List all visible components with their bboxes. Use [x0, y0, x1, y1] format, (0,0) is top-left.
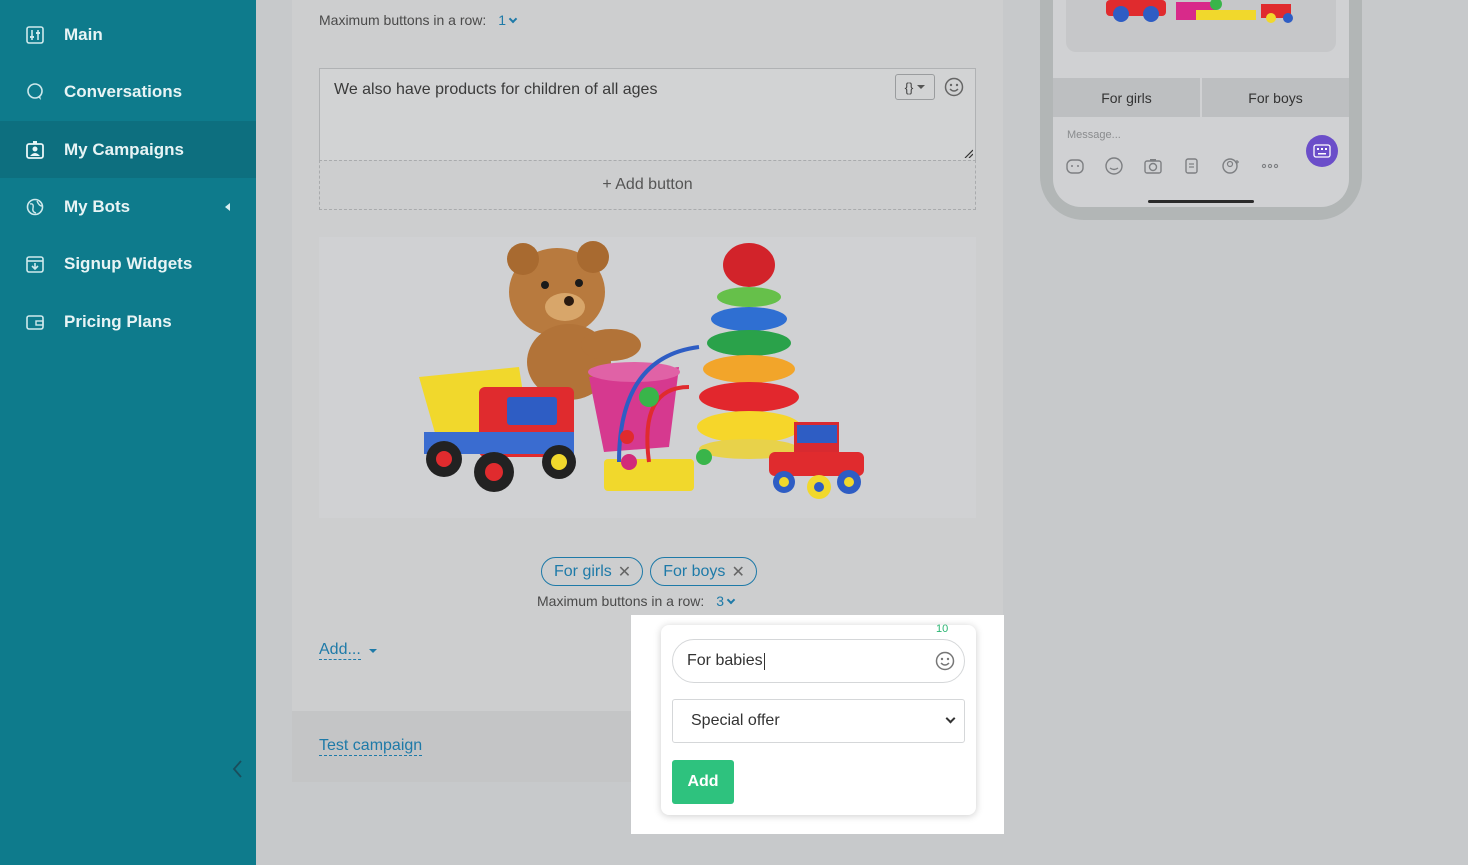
sidebar-item-main[interactable]: Main — [0, 6, 256, 63]
keyboard-button[interactable] — [1306, 135, 1338, 167]
button-text-input[interactable]: For babies — [672, 639, 965, 683]
chip-label: For boys — [663, 562, 726, 580]
sidebar-item-label: Main — [64, 24, 103, 44]
phone-preview-screen: For girls For boys Message... — [1053, 0, 1349, 207]
collapse-sidebar-button[interactable] — [228, 758, 248, 780]
max-buttons-dropdown-2[interactable]: 3 — [716, 593, 736, 609]
sidebar-item-my-bots[interactable]: My Bots — [0, 178, 256, 235]
add-button-confirm[interactable]: Add — [672, 760, 734, 804]
camera-icon[interactable] — [1143, 156, 1163, 176]
message-text: We also have products for children of al… — [334, 81, 658, 98]
chevron-down-icon — [508, 14, 518, 23]
resize-handle-icon[interactable] — [963, 148, 973, 158]
add-content-dropdown[interactable]: Add... — [319, 641, 377, 660]
sliders-icon — [25, 25, 45, 45]
toys-image — [319, 237, 976, 518]
chevron-down-icon — [726, 595, 736, 604]
preview-image — [1066, 0, 1336, 52]
max-buttons-value: 3 — [716, 593, 725, 609]
emoji-icon[interactable] — [944, 77, 964, 102]
message-input-placeholder[interactable]: Message... — [1067, 129, 1121, 141]
max-buttons-label: Maximum buttons in a row: — [537, 593, 705, 609]
variables-button[interactable]: {} — [895, 74, 935, 100]
max-buttons-row: Maximum buttons in a row: 1 — [319, 12, 518, 28]
braces-icon: {} — [904, 79, 914, 95]
test-campaign-link[interactable]: Test campaign — [319, 737, 423, 756]
chat-bubble-icon — [25, 82, 45, 102]
sidebar-item-label: My Bots — [64, 196, 131, 216]
keyboard-icon — [1313, 144, 1331, 158]
contact-icon[interactable] — [1221, 156, 1241, 176]
caret-down-icon — [368, 648, 377, 653]
sidebar-item-label: Pricing Plans — [64, 311, 172, 331]
sidebar-item-label: Signup Widgets — [64, 253, 193, 273]
sidebar-item-conversations[interactable]: Conversations — [0, 63, 256, 120]
chip-for-girls[interactable]: For girls ✕ — [541, 557, 644, 586]
sidebar-item-my-campaigns[interactable]: My Campaigns — [0, 121, 256, 178]
sidebar-item-signup-widgets[interactable]: Signup Widgets — [0, 235, 256, 292]
sidebar-item-pricing-plans[interactable]: Pricing Plans — [0, 293, 256, 350]
text-cursor — [763, 652, 765, 670]
preview-button-for-girls[interactable]: For girls — [1053, 78, 1200, 117]
close-icon[interactable]: ✕ — [731, 562, 744, 582]
max-buttons-label: Maximum buttons in a row: — [319, 12, 487, 28]
sidebar-item-label: Conversations — [64, 81, 183, 101]
sticker-icon[interactable] — [1065, 156, 1085, 176]
button-action-select[interactable]: Special offer — [672, 699, 965, 743]
sidebar: Main Conversations My Campaigns My Bots … — [0, 0, 256, 865]
char-counter: 10 — [936, 623, 949, 635]
close-icon[interactable]: ✕ — [618, 562, 631, 582]
button-chips: For girls ✕ For boys ✕ — [541, 557, 757, 586]
add-button[interactable]: + Add button — [319, 160, 976, 210]
preview-toolbar — [1065, 156, 1280, 176]
document-icon[interactable] — [1182, 156, 1202, 176]
select-value: Special offer — [691, 712, 780, 729]
emoji-icon[interactable] — [1104, 156, 1124, 176]
emoji-icon[interactable] — [935, 651, 955, 676]
max-buttons-row-2: Maximum buttons in a row: 3 — [537, 593, 736, 609]
home-indicator — [1148, 200, 1254, 203]
chip-label: For girls — [554, 562, 612, 580]
max-buttons-value: 1 — [498, 12, 507, 28]
bot-icon — [25, 197, 45, 217]
preview-button-for-boys[interactable]: For boys — [1202, 78, 1349, 117]
caret-down-icon — [917, 85, 926, 89]
widget-icon — [25, 254, 45, 274]
chevron-down-icon — [945, 713, 956, 724]
chevron-left-icon — [232, 760, 242, 778]
chevron-left-icon — [225, 202, 230, 211]
preview-quick-buttons: For girls For boys — [1053, 78, 1349, 117]
chip-for-boys[interactable]: For boys ✕ — [650, 557, 757, 586]
button-text-value: For babies — [687, 652, 763, 669]
message-text-editor[interactable]: We also have products for children of al… — [319, 68, 976, 160]
more-icon[interactable] — [1260, 156, 1280, 176]
campaign-icon — [25, 140, 45, 160]
wallet-icon — [25, 312, 45, 332]
sidebar-item-label: My Campaigns — [64, 139, 184, 159]
add-content-label: Add... — [319, 641, 361, 660]
max-buttons-dropdown[interactable]: 1 — [498, 12, 518, 28]
